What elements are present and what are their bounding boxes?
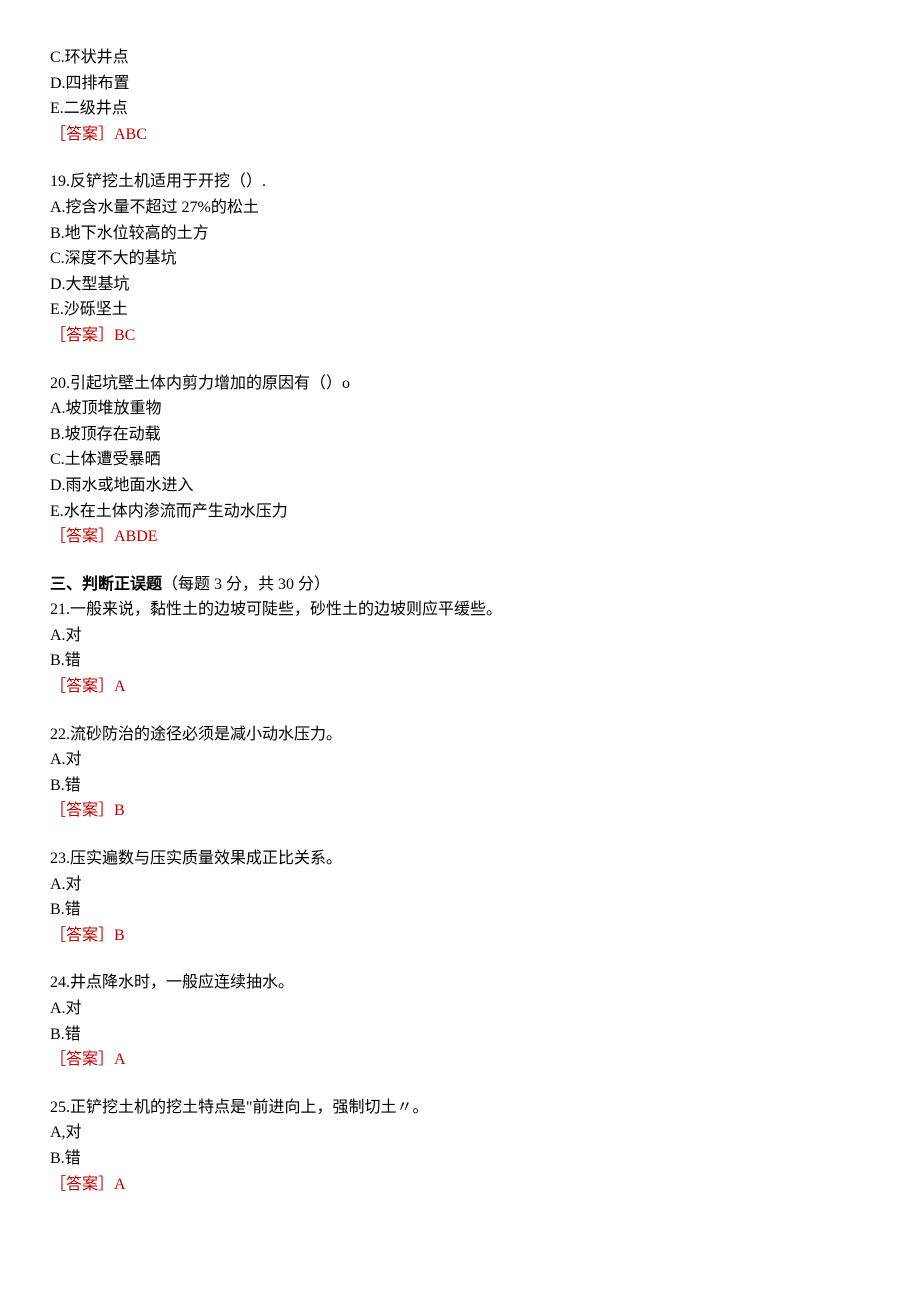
option-c: C.深度不大的基坑 <box>50 246 870 272</box>
answer-text: ［答案］A <box>50 674 870 700</box>
question-stem: 25.正铲挖土机的挖土特点是"前进向上，强制切土〃。 <box>50 1095 870 1121</box>
question-20: 20.引起坑壁土体内剪力增加的原因有（）o A.坡顶堆放重物 B.坡顶存在动载 … <box>50 371 870 550</box>
question-23: 23.压实遍数与压实质量效果成正比关系。 A.对 B.错 ［答案］B <box>50 846 870 948</box>
option-b: B.错 <box>50 1146 870 1172</box>
option-b: B.错 <box>50 648 870 674</box>
question-stem: 24.井点降水时，一般应连续抽水。 <box>50 970 870 996</box>
answer-text: ［答案］A <box>50 1172 870 1198</box>
question-18-partial: C.环状井点 D.四排布置 E.二级井点 ［答案］ABC <box>50 45 870 147</box>
section-title: 三、判断正误题 <box>50 576 162 593</box>
option-c: C.环状井点 <box>50 45 870 71</box>
answer-text: ［答案］BC <box>50 323 870 349</box>
option-b: B.错 <box>50 1022 870 1048</box>
option-d: D.大型基坑 <box>50 272 870 298</box>
section-3-heading: 三、判断正误题（每题 3 分，共 30 分） <box>50 572 870 598</box>
answer-text: ［答案］ABC <box>50 122 870 148</box>
option-d: D.雨水或地面水进入 <box>50 473 870 499</box>
option-b: B.错 <box>50 897 870 923</box>
option-b: B.坡顶存在动载 <box>50 422 870 448</box>
question-stem: 19.反铲挖土机适用于开挖（）. <box>50 169 870 195</box>
option-e: E.沙砾坚土 <box>50 297 870 323</box>
option-a: A.对 <box>50 872 870 898</box>
answer-text: ［答案］A <box>50 1047 870 1073</box>
option-d: D.四排布置 <box>50 71 870 97</box>
question-stem: 22.流砂防治的途径必须是减小动水压力。 <box>50 722 870 748</box>
question-stem: 23.压实遍数与压实质量效果成正比关系。 <box>50 846 870 872</box>
answer-text: ［答案］B <box>50 798 870 824</box>
question-25: 25.正铲挖土机的挖土特点是"前进向上，强制切土〃。 A,对 B.错 ［答案］A <box>50 1095 870 1197</box>
option-a: A.挖含水量不超过 27%的松土 <box>50 195 870 221</box>
option-a: A.坡顶堆放重物 <box>50 396 870 422</box>
option-a: A.对 <box>50 747 870 773</box>
question-19: 19.反铲挖土机适用于开挖（）. A.挖含水量不超过 27%的松土 B.地下水位… <box>50 169 870 348</box>
option-a: A.对 <box>50 623 870 649</box>
option-b: B.错 <box>50 773 870 799</box>
question-stem: 21.一般来说，黏性土的边坡可陡些，砂性土的边坡则应平缓些。 <box>50 597 870 623</box>
question-22: 22.流砂防治的途径必须是减小动水压力。 A.对 B.错 ［答案］B <box>50 722 870 824</box>
option-e: E.水在土体内渗流而产生动水压力 <box>50 499 870 525</box>
option-a: A,对 <box>50 1120 870 1146</box>
option-b: B.地下水位较高的土方 <box>50 221 870 247</box>
answer-text: ［答案］ABDE <box>50 524 870 550</box>
answer-text: ［答案］B <box>50 923 870 949</box>
question-24: 24.井点降水时，一般应连续抽水。 A.对 B.错 ［答案］A <box>50 970 870 1072</box>
option-a: A.对 <box>50 996 870 1022</box>
question-21: 21.一般来说，黏性土的边坡可陡些，砂性土的边坡则应平缓些。 A.对 B.错 ［… <box>50 597 870 699</box>
option-e: E.二级井点 <box>50 96 870 122</box>
option-c: C.土体遭受暴晒 <box>50 447 870 473</box>
section-info: （每题 3 分，共 30 分） <box>162 576 330 593</box>
question-stem: 20.引起坑壁土体内剪力增加的原因有（）o <box>50 371 870 397</box>
